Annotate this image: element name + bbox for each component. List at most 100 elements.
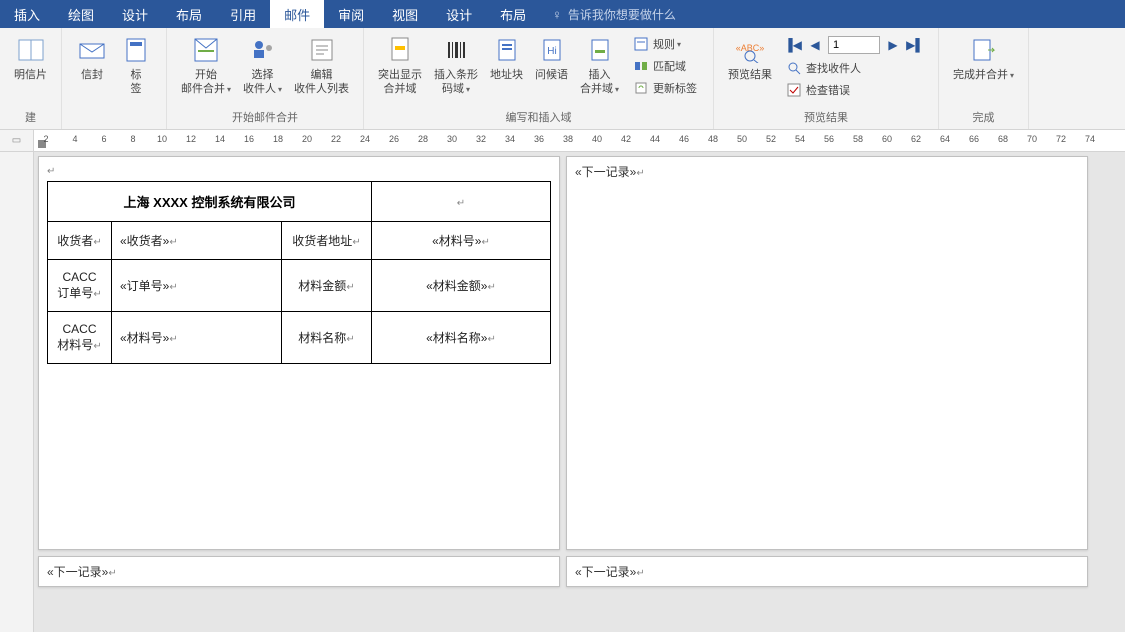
table-row: CACC 材料号↵«材料号»↵材料名称↵«材料名称»↵: [48, 312, 551, 364]
ribbon-button-small[interactable]: 查找收件人: [782, 58, 926, 78]
vertical-ruler: [0, 152, 34, 632]
table-cell[interactable]: «材料号»↵: [372, 222, 551, 260]
tab-绘图[interactable]: 绘图: [54, 0, 108, 28]
table-cell[interactable]: «订单号»↵: [112, 260, 282, 312]
chevron-down-icon: ▾: [1010, 71, 1014, 80]
label-cell-3[interactable]: «下一记录»↵: [38, 556, 560, 587]
ribbon-button[interactable]: 选择 收件人▾: [237, 32, 288, 99]
ruler-tick: 18: [273, 134, 283, 144]
svg-text:Hi: Hi: [547, 46, 556, 57]
prev-record-button[interactable]: ◀: [806, 36, 824, 54]
chevron-down-icon: ▾: [227, 85, 231, 94]
tab-审阅[interactable]: 审阅: [324, 0, 378, 28]
ribbon-group: 完成并合并▾完成: [939, 28, 1029, 129]
ruler-tick: 20: [302, 134, 312, 144]
button-label: 查找收件人: [806, 60, 861, 76]
button-label: 信封: [81, 68, 103, 82]
chevron-down-icon: ▾: [466, 85, 470, 94]
table-cell[interactable]: «材料金额»↵: [372, 260, 551, 312]
button-label: 选择 收件人▾: [243, 68, 282, 97]
tab-引用[interactable]: 引用: [216, 0, 270, 28]
ruler-tick: 8: [130, 134, 135, 144]
label-cell-1[interactable]: ↵ 上海 XXXX 控制系统有限公司↵ 收货者↵«收货者»↵收货者地址↵«材料号…: [38, 156, 560, 550]
table-cell[interactable]: CACC 材料号↵: [48, 312, 112, 364]
地址块-icon: [491, 34, 523, 66]
table-cell[interactable]: «收货者»↵: [112, 222, 282, 260]
first-record-button[interactable]: ▐◀: [784, 36, 802, 54]
tab-邮件[interactable]: 邮件: [270, 0, 324, 28]
label-cell-4[interactable]: «下一记录»↵: [566, 556, 1088, 587]
ruler-tick: 38: [563, 134, 573, 144]
tab-布局[interactable]: 布局: [486, 0, 540, 28]
ruler-tick: 58: [853, 134, 863, 144]
明信片-icon: [15, 34, 47, 66]
table-title: 上海 XXXX 控制系统有限公司: [48, 182, 372, 222]
ribbon-button[interactable]: 插入条形 码域▾: [428, 32, 484, 99]
group-label: [70, 123, 158, 129]
ribbon-button[interactable]: 编辑 收件人列表: [288, 32, 355, 98]
label-cell-2[interactable]: «下一记录»↵: [566, 156, 1088, 550]
ribbon-button[interactable]: 地址块: [484, 32, 529, 84]
ribbon-button[interactable]: Hi 问候语: [529, 32, 574, 84]
ribbon-button[interactable]: 明信片: [8, 32, 53, 84]
tab-设计[interactable]: 设计: [432, 0, 486, 28]
ribbon-button-small[interactable]: 更新标签: [629, 78, 701, 98]
预览结果-icon: «ABC»: [734, 34, 766, 66]
group-label: 开始邮件合并: [175, 107, 355, 129]
ruler-tick: 48: [708, 134, 718, 144]
button-label: 问候语: [535, 68, 568, 82]
tab-视图[interactable]: 视图: [378, 0, 432, 28]
ruler-tick: 64: [940, 134, 950, 144]
ribbon-button[interactable]: 完成并合并▾: [947, 32, 1020, 85]
ribbon-button-small[interactable]: 规则▾: [629, 34, 701, 54]
merge-table: 上海 XXXX 控制系统有限公司↵ 收货者↵«收货者»↵收货者地址↵«材料号»↵…: [47, 181, 551, 364]
button-label: 标 签: [131, 68, 142, 96]
tab-布局[interactable]: 布局: [162, 0, 216, 28]
group-label: 编写和插入域: [372, 107, 705, 129]
ribbon-button[interactable]: 信封: [70, 32, 114, 84]
ruler-tick: 72: [1056, 134, 1066, 144]
ribbon-button[interactable]: «ABC»预览结果: [722, 32, 778, 84]
table-cell[interactable]: 材料名称↵: [282, 312, 372, 364]
tab-设计[interactable]: 设计: [108, 0, 162, 28]
table-cell[interactable]: «材料名称»↵: [372, 312, 551, 364]
ruler-scale: 2468101214161820222426283032343638404244…: [34, 130, 1125, 151]
完成并合并-icon: [968, 34, 1000, 66]
ruler-tick: 50: [737, 134, 747, 144]
record-navigation: ▐◀◀ ▶▶▌: [782, 34, 926, 56]
ribbon-button-small[interactable]: 匹配域: [629, 56, 701, 76]
ribbon-button[interactable]: 插入 合并域▾: [574, 32, 625, 99]
ruler-tick: 42: [621, 134, 631, 144]
检查错误-icon: [786, 82, 802, 98]
ruler-tick: 52: [766, 134, 776, 144]
ribbon-group: 突出显示 合并域插入条形 码域▾地址块Hi问候语插入 合并域▾规则▾匹配域更新标…: [364, 28, 714, 129]
ruler-tick: 24: [360, 134, 370, 144]
ribbon-group: «ABC»预览结果▐◀◀▶▶▌查找收件人检查错误预览结果: [714, 28, 939, 129]
record-number-input[interactable]: [828, 36, 880, 54]
table-cell[interactable]: 收货者↵: [48, 222, 112, 260]
标签-icon: [120, 34, 152, 66]
规则-icon: [633, 36, 649, 52]
ribbon-button[interactable]: 开始 邮件合并▾: [175, 32, 237, 99]
问候语-icon: Hi: [536, 34, 568, 66]
table-cell[interactable]: CACC 订单号↵: [48, 260, 112, 312]
button-label: 规则: [653, 36, 675, 52]
table-cell[interactable]: 收货者地址↵: [282, 222, 372, 260]
next-record-button[interactable]: ▶: [884, 36, 902, 54]
ruler-tick: 28: [418, 134, 428, 144]
last-record-button[interactable]: ▶▌: [906, 36, 924, 54]
ribbon-button[interactable]: 标 签: [114, 32, 158, 98]
ruler-tick: 60: [882, 134, 892, 144]
next-record-field: «下一记录»↵: [47, 565, 117, 579]
查找收件人-icon: [786, 60, 802, 76]
button-label: 开始 邮件合并▾: [181, 68, 231, 97]
ribbon-button[interactable]: 突出显示 合并域: [372, 32, 428, 98]
ribbon-button-small[interactable]: 检查错误: [782, 80, 926, 100]
tab-插入[interactable]: 插入: [0, 0, 54, 28]
document-workspace: ↵ 上海 XXXX 控制系统有限公司↵ 收货者↵«收货者»↵收货者地址↵«材料号…: [0, 152, 1125, 632]
ruler-tick: 6: [101, 134, 106, 144]
table-cell[interactable]: «材料号»↵: [112, 312, 282, 364]
ruler-tick: 14: [215, 134, 225, 144]
tell-me-search[interactable]: ♀告诉我你想要做什么: [552, 0, 676, 28]
table-cell[interactable]: 材料金额↵: [282, 260, 372, 312]
